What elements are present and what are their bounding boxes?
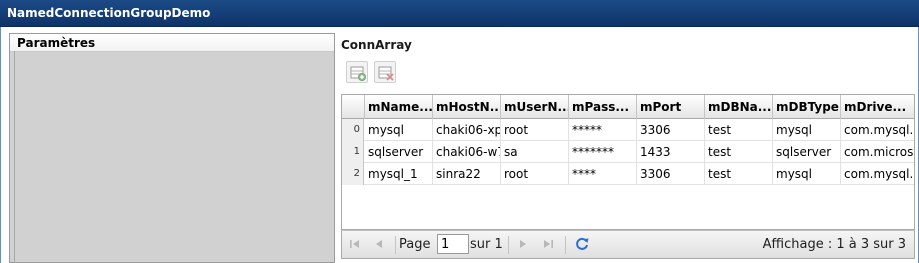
table-cell[interactable]: test: [705, 119, 773, 141]
first-page-icon[interactable]: [348, 237, 362, 251]
table-cell[interactable]: 3306: [637, 163, 705, 185]
column-header[interactable]: mDBType: [773, 95, 841, 119]
window-title-bar: NamedConnectionGroupDemo: [0, 0, 919, 27]
row-number: 1: [342, 141, 364, 163]
page-number-input[interactable]: [437, 234, 469, 254]
parameters-panel-header: Paramètres: [10, 34, 334, 52]
grid-pager: Page sur 1 Affichage : 1 à 3 sur 3: [341, 230, 915, 259]
table-cell[interactable]: sqlserver: [773, 141, 841, 163]
row-number: 0: [342, 119, 364, 141]
parameters-panel-title: Paramètres: [17, 36, 96, 50]
row-number-header: [342, 95, 365, 119]
last-page-icon[interactable]: [541, 237, 555, 251]
table-cell[interactable]: com.mysql.: [841, 119, 914, 141]
table-cell[interactable]: chaki06-w7: [433, 141, 501, 163]
table-cell[interactable]: mysql_1: [365, 163, 433, 185]
next-page-icon[interactable]: [516, 237, 530, 251]
pager-separator: [508, 236, 509, 254]
table-cell[interactable]: sqlserver: [365, 141, 433, 163]
table-cell[interactable]: mysql: [365, 119, 433, 141]
delete-row-button[interactable]: [374, 61, 396, 83]
parameters-panel: Paramètres: [9, 33, 335, 263]
page-label: Page: [399, 237, 431, 252]
table-row[interactable]: 1 sqlserver chaki06-w7 sa ******* 1433 t…: [342, 141, 914, 163]
table-cell[interactable]: mysql: [773, 163, 841, 185]
previous-page-icon[interactable]: [372, 237, 386, 251]
table-row[interactable]: 2 mysql_1 sinra22 root **** 3306 test my…: [342, 163, 914, 185]
column-header[interactable]: mHostN...: [433, 95, 501, 119]
table-cell[interactable]: com.mysql.: [841, 163, 914, 185]
column-header[interactable]: mUserN...: [501, 95, 569, 119]
table-cell[interactable]: root: [501, 163, 569, 185]
table-cell[interactable]: root: [501, 119, 569, 141]
pager-separator: [395, 236, 396, 254]
table-row[interactable]: 0 mysql chaki06-xp root ***** 3306 test …: [342, 119, 914, 141]
table-cell[interactable]: test: [705, 141, 773, 163]
grid-header: mName... mHostN... mUserN... mPass... mP…: [342, 95, 914, 119]
column-header[interactable]: mPort: [637, 95, 705, 119]
page-count-label: sur 1: [470, 237, 503, 252]
table-cell[interactable]: test: [705, 163, 773, 185]
pager-separator: [565, 236, 566, 254]
table-cell[interactable]: com.micros: [841, 141, 914, 163]
refresh-icon[interactable]: [574, 236, 590, 252]
delete-row-icon: [378, 66, 394, 81]
column-header[interactable]: mDBNa...: [705, 95, 773, 119]
add-row-icon: [350, 66, 366, 81]
panel-divider: [14, 51, 15, 263]
section-title: ConnArray: [341, 38, 412, 52]
window-title: NamedConnectionGroupDemo: [7, 6, 211, 20]
table-cell[interactable]: sa: [501, 141, 569, 163]
table-cell[interactable]: sinra22: [433, 163, 501, 185]
display-count-text: Affichage : 1 à 3 sur 3: [762, 237, 906, 252]
column-header[interactable]: mDrive...: [841, 95, 914, 119]
column-header[interactable]: mPass...: [569, 95, 637, 119]
table-cell[interactable]: 1433: [637, 141, 705, 163]
conn-array-grid: mName... mHostN... mUserN... mPass... mP…: [341, 94, 915, 230]
table-cell[interactable]: ****: [569, 163, 637, 185]
table-cell[interactable]: *****: [569, 119, 637, 141]
column-header[interactable]: mName...: [365, 95, 433, 119]
table-cell[interactable]: *******: [569, 141, 637, 163]
add-row-button[interactable]: [346, 61, 368, 83]
table-cell[interactable]: mysql: [773, 119, 841, 141]
row-number: 2: [342, 163, 364, 185]
table-cell[interactable]: chaki06-xp: [433, 119, 501, 141]
table-cell[interactable]: 3306: [637, 119, 705, 141]
